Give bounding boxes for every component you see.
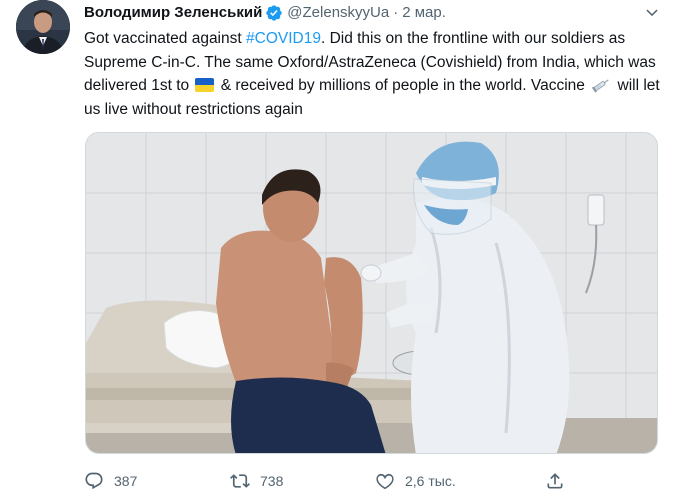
ukraine-flag-icon	[195, 78, 215, 92]
share-button[interactable]	[545, 466, 575, 496]
tweet-photo[interactable]	[85, 132, 658, 454]
author-name[interactable]: Володимир Зеленський	[84, 3, 262, 23]
reply-count: 387	[114, 473, 138, 489]
tweet-date[interactable]: 2 мар.	[402, 3, 446, 23]
avatar[interactable]	[16, 0, 70, 54]
syringe-icon	[591, 76, 611, 94]
hashtag-link[interactable]: #COVID19	[246, 30, 321, 47]
more-options-chevron-down-icon[interactable]	[643, 4, 661, 22]
like-count: 2,6 тыс.	[405, 473, 456, 489]
tweet-text: Got vaccinated against #COVID19. Did thi…	[84, 27, 674, 121]
tweet-text-part1: Got vaccinated against	[84, 30, 246, 47]
author-handle[interactable]: @ZelenskyyUa	[287, 3, 389, 23]
tweet-header: Володимир Зеленський @ZelenskyyUa · 2 ма…	[84, 2, 446, 24]
tweet: Володимир Зеленський @ZelenskyyUa · 2 ма…	[0, 0, 684, 504]
tweet-actions: 387 738 2,6 тыс.	[84, 466, 674, 496]
separator-dot: ·	[393, 4, 399, 21]
heart-icon	[376, 473, 394, 490]
reply-icon	[85, 472, 103, 490]
retweet-button[interactable]: 738	[230, 466, 283, 496]
retweet-count: 738	[260, 473, 284, 489]
reply-button[interactable]: 387	[84, 466, 137, 496]
tweet-text-part3: & received by millions of people in the …	[216, 77, 590, 94]
share-icon	[547, 473, 563, 489]
verified-badge-icon	[265, 4, 283, 22]
like-button[interactable]: 2,6 тыс.	[375, 466, 456, 496]
retweet-icon	[230, 474, 250, 488]
